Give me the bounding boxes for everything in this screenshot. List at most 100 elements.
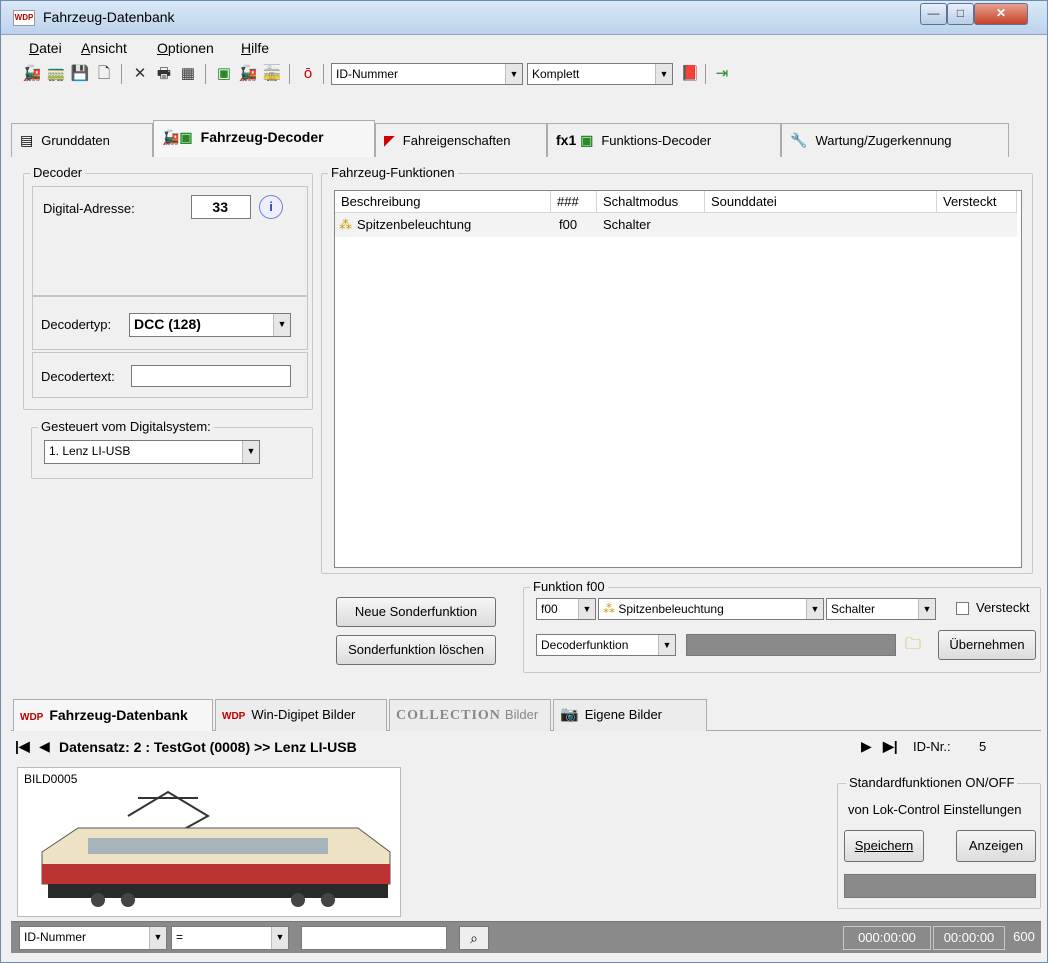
row-beschreibung: Spitzenbeleuchtung xyxy=(357,217,472,232)
search-field-select[interactable]: ID-Nummer ▼ xyxy=(19,926,167,950)
decodertext-box: Decodertext: xyxy=(32,352,308,398)
address-label: Digital-Adresse: xyxy=(43,201,135,216)
function-mode-select[interactable]: Schalter ▼ xyxy=(826,598,936,620)
hidden-checkbox[interactable] xyxy=(956,602,969,615)
address-input[interactable]: 33 xyxy=(191,195,251,219)
save-button[interactable]: Speichern xyxy=(844,830,924,862)
tab-grunddaten[interactable]: ▤ Grunddaten xyxy=(11,123,153,157)
chevron-down-icon[interactable]: ▼ xyxy=(655,64,672,84)
vehicle-image: BILD0005 xyxy=(17,767,401,917)
delete-function-button[interactable]: Sonderfunktion löschen xyxy=(336,635,496,665)
hidden-checkbox-label: Versteckt xyxy=(976,600,1030,615)
locomotive-picture xyxy=(41,790,391,907)
function-type-select[interactable]: Decoderfunktion ▼ xyxy=(536,634,676,656)
maximize-button[interactable]: □ xyxy=(947,3,974,25)
count-display: 600 xyxy=(1007,926,1041,950)
apply-button[interactable]: Übernehmen xyxy=(938,630,1036,660)
folder-icon[interactable]: 🗀 xyxy=(900,634,926,656)
chevron-down-icon[interactable]: ▼ xyxy=(658,635,675,655)
show-button[interactable]: Anzeigen xyxy=(956,830,1036,862)
tab-fahreigenschaften[interactable]: ◤ Fahreigenschaften xyxy=(375,123,547,157)
filter-icon[interactable]: ō xyxy=(297,63,319,85)
col-sounddatei[interactable]: Sounddatei xyxy=(705,191,937,213)
id-label: ID-Nr.: xyxy=(913,739,951,754)
menu-hilfe[interactable]: Hilfe xyxy=(241,40,269,56)
id-value: 5 xyxy=(979,739,987,754)
chevron-down-icon[interactable]: ▼ xyxy=(273,314,290,336)
decodertext-input[interactable] xyxy=(131,365,291,387)
record-bar: |◀ ◀ Datensatz: 2 : TestGot (0008) >> Le… xyxy=(11,736,1041,760)
row-schaltmodus: Schalter xyxy=(603,217,651,232)
prev-record-icon[interactable]: ◀ xyxy=(39,738,50,755)
decoder-group: Decoder Digital-Adresse: 33 i Decodertyp… xyxy=(23,165,313,410)
digitalsystem-select[interactable]: 1. Lenz LI-USB ▼ xyxy=(44,440,260,464)
wagon-icon[interactable]: 🚃 xyxy=(45,63,67,85)
chevron-down-icon[interactable]: ▼ xyxy=(149,927,166,949)
delete-icon[interactable]: ✕ xyxy=(129,63,151,85)
next-record-icon[interactable]: ▶ xyxy=(861,738,872,755)
print-icon[interactable]: 🖶 xyxy=(153,63,175,85)
chevron-down-icon[interactable]: ▼ xyxy=(806,599,823,619)
tab-eigene-bilder[interactable]: 📷 Eigene Bilder xyxy=(553,699,707,731)
decodertype-label: Decodertyp: xyxy=(41,317,112,332)
function-number-select[interactable]: f00 ▼ xyxy=(536,598,596,620)
first-record-icon[interactable]: |◀ xyxy=(15,738,30,755)
new-function-button[interactable]: Neue Sonderfunktion xyxy=(336,597,496,627)
sort-combo-value: ID-Nummer xyxy=(336,67,398,81)
view-combo[interactable]: Komplett ▼ xyxy=(527,63,673,85)
tab-fahrzeug-datenbank[interactable]: WDP Fahrzeug-Datenbank xyxy=(13,699,213,731)
document-icon: ▤ xyxy=(20,132,34,148)
close-button[interactable]: ✕ xyxy=(974,3,1028,25)
new-document-icon[interactable]: 🗋 xyxy=(93,63,115,85)
col-nr[interactable]: ### xyxy=(551,191,597,213)
collection-logo: COLLECTION xyxy=(396,708,501,723)
decoder-chip-icon[interactable]: ▣ xyxy=(213,63,235,85)
table-icon[interactable]: ▦ xyxy=(177,63,199,85)
col-versteckt[interactable]: Versteckt xyxy=(937,191,1017,213)
standard-functions-title: Standardfunktionen ON/OFF xyxy=(846,775,1018,790)
time-display-2: 00:00:00 xyxy=(933,926,1005,950)
col-beschreibung[interactable]: Beschreibung xyxy=(335,191,551,213)
funktion-group-title: Funktion f00 xyxy=(530,579,608,594)
chevron-down-icon[interactable]: ▼ xyxy=(242,441,259,463)
menu-ansicht[interactable]: Ansicht xyxy=(81,40,127,56)
last-record-icon[interactable]: ▶| xyxy=(883,738,898,755)
function-description-select[interactable]: ⁂ Spitzenbeleuchtung ▼ xyxy=(598,598,824,620)
chevron-down-icon[interactable]: ▼ xyxy=(505,64,522,84)
sort-combo[interactable]: ID-Nummer ▼ xyxy=(331,63,523,85)
book-icon[interactable]: 📕 xyxy=(679,63,701,85)
title-bar[interactable]: WDP Fahrzeug-Datenbank — □ ✕ xyxy=(1,1,1047,35)
tab-funktions-decoder[interactable]: fx1 ▣ Funktions-Decoder xyxy=(547,123,781,157)
tab-fahrzeug-decoder[interactable]: 🚂▣ Fahrzeug-Decoder xyxy=(153,120,375,157)
train-set-icon[interactable]: 🚋 xyxy=(261,63,283,85)
main-window: WDP Fahrzeug-Datenbank — □ ✕ Datei Ansic… xyxy=(0,0,1048,963)
sound-file-field[interactable] xyxy=(686,634,896,656)
time-display-1: 000:00:00 xyxy=(843,926,931,950)
chevron-down-icon[interactable]: ▼ xyxy=(271,927,288,949)
locomotive-red-icon[interactable]: 🚂 xyxy=(237,63,259,85)
binoculars-icon[interactable]: ⌕ xyxy=(459,926,489,950)
tab-wartung[interactable]: 🔧 Wartung/Zugerkennung xyxy=(781,123,1009,157)
toolbar-separator xyxy=(121,64,122,84)
menu-optionen[interactable]: Optionen xyxy=(157,40,214,56)
decodertext-label: Decodertext: xyxy=(41,369,115,384)
tab-win-digipet-bilder[interactable]: WDP Win-Digipet Bilder xyxy=(215,699,387,731)
info-icon[interactable]: i xyxy=(259,195,283,219)
chevron-down-icon[interactable]: ▼ xyxy=(918,599,935,619)
col-schaltmodus[interactable]: Schaltmodus xyxy=(597,191,705,213)
exit-icon[interactable]: ⇥ xyxy=(711,63,733,85)
save-icon[interactable]: 💾 xyxy=(69,63,91,85)
chevron-down-icon[interactable]: ▼ xyxy=(578,599,595,619)
decodertype-select[interactable]: DCC (128) ▼ xyxy=(129,313,291,337)
search-input[interactable] xyxy=(301,926,447,950)
operator-select[interactable]: = ▼ xyxy=(171,926,289,950)
locomotive-icon[interactable]: 🚂 xyxy=(21,63,43,85)
tab-collection-bilder[interactable]: COLLECTION Bilder xyxy=(389,699,551,731)
functions-list[interactable]: Beschreibung ### Schaltmodus Sounddatei … xyxy=(334,190,1022,568)
minimize-button[interactable]: — xyxy=(920,3,947,25)
function-light-icon: ⁂ xyxy=(339,217,352,232)
standard-functions-group: Standardfunktionen ON/OFF von Lok-Contro… xyxy=(837,775,1041,909)
window-title: Fahrzeug-Datenbank xyxy=(43,9,175,25)
menu-datei[interactable]: Datei xyxy=(29,40,62,56)
tab-row: ▤ Grunddaten 🚂▣ Fahrzeug-Decoder ◤ Fahreige… xyxy=(11,120,1041,157)
